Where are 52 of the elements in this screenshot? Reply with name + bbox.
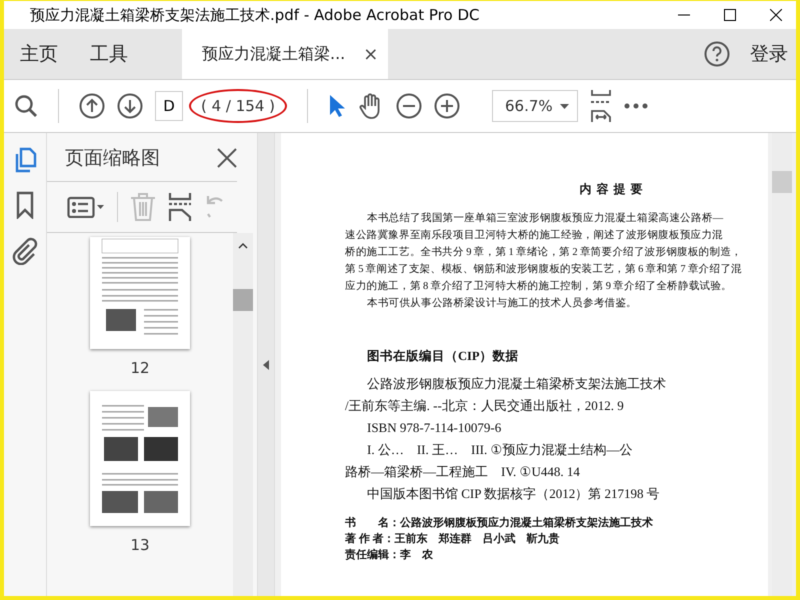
catalog-line: /王前东等主编. --北京：人民交通出版社，2012. 9: [345, 398, 624, 413]
nav-tab[interactable]: 工具: [74, 29, 144, 79]
catalog-line: 公路波形钢腹板预应力混凝土箱梁桥支架法施工技术: [367, 376, 666, 391]
zoom-out-icon[interactable]: [396, 93, 422, 119]
search-icon[interactable]: [14, 94, 38, 118]
catalog-line: 路桥—箱梁桥—工程施工 IV. ①U448. 14: [345, 464, 580, 479]
paperclip-icon[interactable]: [12, 237, 38, 265]
catalog-line: 中国版本图书馆 CIP 数据核字（2012）第 217198 号: [367, 486, 660, 501]
maximize-icon[interactable]: [724, 9, 736, 21]
nav-tab[interactable]: 主页: [4, 29, 74, 79]
document-tab[interactable]: 预应力混凝土箱梁... ×: [182, 29, 388, 79]
help-icon[interactable]: [704, 41, 730, 67]
pages-icon[interactable]: [13, 147, 37, 173]
body-text: 本书可供从事公路桥梁设计与施工的技术人员参考借鉴。: [366, 296, 638, 311]
scrollbar-thumb[interactable]: [772, 171, 792, 193]
credit-value: 李 农: [400, 549, 433, 561]
credit-label: 著 作 者：: [345, 533, 394, 545]
credit-label: 书 名：: [345, 517, 400, 529]
close-icon[interactable]: [217, 148, 237, 168]
section-heading: 图书在版编目（CIP）数据: [367, 348, 520, 365]
more-icon[interactable]: [624, 103, 648, 109]
page-thumbnail[interactable]: [90, 237, 190, 349]
page-number-field[interactable]: D: [155, 91, 183, 121]
page-thumbnail[interactable]: [90, 391, 190, 526]
tab-close-button[interactable]: ×: [363, 44, 378, 64]
scrollbar-thumb[interactable]: [233, 289, 253, 311]
summary-paragraph: 本书总结了我国第一座单箱三室波形钢腹板预应力混凝土箱梁高速公路桥— 速公路冀豫界至南乐段项目卫河特大桥的施工经验，阐述了波形钢腹板预应力混 桥的施工工艺。全书共分 9 章，第 1 章绪论，第 2 章简要介绍了波形钢腹板的制造， 第 5 章阐述了支架、模板、钢筋和波形钢腹板的安装工艺，第 6 章和第 7 章介绍了混 应力的施工，第 8 章介绍了卫河特大桥的施工控制，第 9 章介绍了全桥静载试验。: [345, 211, 743, 294]
page-number-label: 13: [130, 536, 150, 554]
catalog-line: ISBN 978-7-114-10079-6: [367, 420, 502, 435]
bookmark-icon[interactable]: [15, 191, 35, 219]
credit-label: 责任编辑：: [345, 549, 400, 561]
pointer-icon[interactable]: [328, 94, 346, 118]
close-icon[interactable]: [770, 9, 782, 21]
credit-value: 王前东 郑连群 吕小武 靳九贵: [394, 533, 560, 545]
insert-page-icon[interactable]: [168, 192, 192, 222]
scroll-up-icon[interactable]: [238, 243, 248, 249]
section-heading: 内 容 提 要: [578, 181, 644, 198]
collapse-panel-icon[interactable]: [263, 360, 269, 370]
window-title: 预应力混凝土箱梁桥支架法施工技术.pdf - Adobe Acrobat Pro DC: [30, 6, 480, 24]
page-number-label: 12: [130, 359, 150, 377]
zoom-dropdown[interactable]: 66.7%: [492, 90, 578, 122]
zoom-in-icon[interactable]: [434, 93, 460, 119]
caret-icon: [560, 104, 570, 108]
catalog-line: I. 公… II. 王… III. ①预应力混凝土结构—公: [367, 442, 632, 457]
credit-value: 公路波形钢腹板预应力混凝土箱梁桥支架法施工技术: [400, 517, 653, 529]
list-options-icon[interactable]: [67, 196, 105, 218]
page-count: ( 4 / 154 ): [189, 89, 288, 123]
fit-page-icon[interactable]: [590, 89, 612, 123]
arrow-up-icon[interactable]: [79, 93, 105, 119]
panel-title: 页面缩略图: [65, 146, 160, 171]
arrow-down-icon[interactable]: [117, 93, 143, 119]
sign-in-button[interactable]: 登录: [744, 29, 796, 79]
